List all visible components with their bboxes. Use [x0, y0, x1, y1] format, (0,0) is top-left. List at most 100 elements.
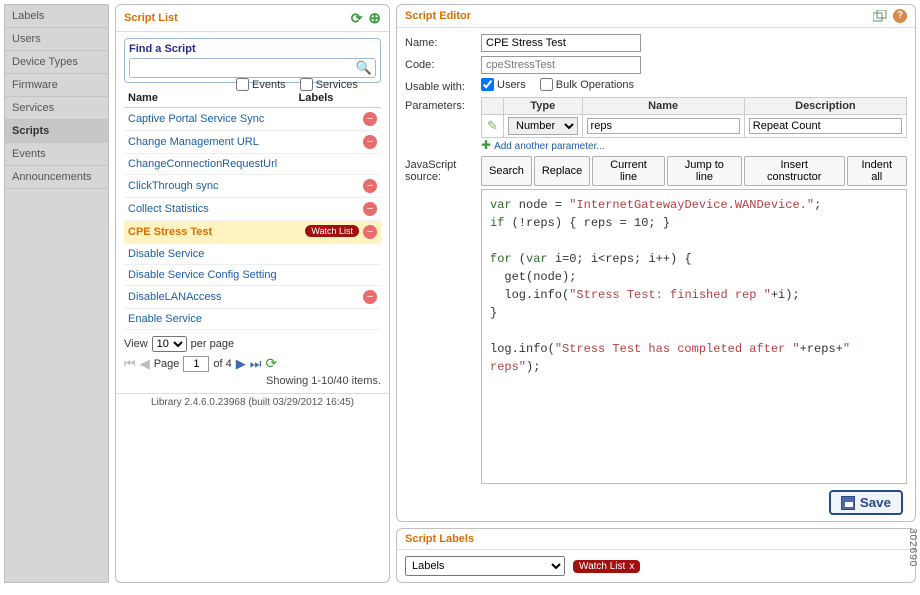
table-row[interactable]: Disable Service — [124, 244, 381, 265]
save-button-label: Save — [860, 495, 891, 510]
delete-icon[interactable]: – — [363, 135, 377, 149]
script-link[interactable]: Disable Service — [128, 248, 204, 260]
col-name[interactable]: Name — [124, 89, 295, 108]
nav-item-events[interactable]: Events — [5, 143, 108, 166]
last-page-icon[interactable]: ⏭ — [250, 356, 262, 372]
script-table: Name Labels Captive Portal Service Sync –… — [124, 89, 381, 330]
table-row[interactable]: Disable Service Config Setting — [124, 265, 381, 286]
table-row[interactable]: DisableLANAccess – — [124, 286, 381, 309]
usable-events-label: Events — [252, 79, 286, 91]
script-link[interactable]: DisableLANAccess — [128, 291, 222, 303]
labels-select[interactable]: Labels — [405, 556, 565, 576]
script-editor-title: Script Editor — [405, 10, 471, 22]
add-parameter-link[interactable]: Add another parameter... — [494, 138, 605, 152]
script-link[interactable]: Collect Statistics — [128, 203, 209, 215]
usable-users-checkbox[interactable] — [481, 78, 494, 91]
usable-bulk-checkbox[interactable] — [540, 78, 553, 91]
nav-item-labels[interactable]: Labels — [5, 5, 108, 28]
script-name-input[interactable] — [481, 34, 641, 52]
script-link[interactable]: Change Management URL — [128, 136, 259, 148]
code-label: Code: — [405, 56, 473, 71]
nav-item-firmware[interactable]: Firmware — [5, 74, 108, 97]
table-row[interactable]: ClickThrough sync – — [124, 175, 381, 198]
find-script-input[interactable] — [133, 60, 356, 76]
param-type-select[interactable]: Number — [508, 117, 578, 135]
parameters-label: Parameters: — [405, 97, 473, 112]
add-script-icon[interactable]: ⊕ — [368, 9, 381, 27]
delete-icon[interactable]: – — [363, 290, 377, 304]
table-row[interactable]: Collect Statistics – — [124, 198, 381, 221]
js-btn-indent-all[interactable]: Indent all — [847, 156, 907, 186]
param-desc-input[interactable] — [749, 118, 902, 134]
param-col-type: Type — [504, 98, 583, 115]
script-list-title: Script List — [124, 12, 178, 24]
script-link[interactable]: Enable Service — [128, 313, 202, 325]
parameters-table: Type Name Description ✎ Number — [481, 97, 907, 138]
library-footer: Library 2.4.6.0.23968 (built 03/29/2012 … — [116, 393, 389, 411]
find-script-box: Find a Script 🔍 — [124, 38, 381, 83]
add-param-icon[interactable]: ✚ — [481, 138, 491, 152]
usable-services-checkbox[interactable] — [300, 78, 313, 91]
table-row[interactable]: CPE Stress Test Watch List– — [124, 221, 381, 244]
save-button[interactable]: Save — [829, 490, 903, 515]
param-row-action-icon[interactable]: ✎ — [487, 118, 498, 133]
js-source-label: JavaScript source: — [405, 156, 473, 183]
nav-item-scripts[interactable]: Scripts — [5, 120, 108, 143]
js-btn-search[interactable]: Search — [481, 156, 532, 186]
script-labels-title: Script Labels — [405, 533, 474, 545]
script-editor-panel: Script Editor ? Name: Code: Usable with:… — [396, 4, 916, 522]
script-link[interactable]: Disable Service Config Setting — [128, 269, 277, 281]
watch-list-badge: Watch List — [305, 225, 359, 237]
of-pages: of 4 — [213, 358, 231, 370]
table-row[interactable]: Enable Service — [124, 309, 381, 330]
left-nav: Labels Users Device Types Firmware Servi… — [4, 4, 109, 583]
js-btn-current-line[interactable]: Current line — [592, 156, 665, 186]
script-link[interactable]: Captive Portal Service Sync — [128, 113, 264, 125]
remove-label-icon[interactable]: x — [629, 561, 634, 572]
usable-events-checkbox[interactable] — [236, 78, 249, 91]
delete-icon[interactable]: – — [363, 179, 377, 193]
showing-text: Showing 1-10/40 items. — [124, 372, 381, 387]
table-row[interactable]: Captive Portal Service Sync – — [124, 108, 381, 131]
script-link[interactable]: ChangeConnectionRequestUrl — [128, 158, 277, 170]
script-labels-panel: Script Labels Labels Watch List x — [396, 528, 916, 583]
pager-refresh-icon[interactable]: ⟳ — [265, 355, 277, 372]
nav-item-users[interactable]: Users — [5, 28, 108, 51]
help-icon[interactable]: ? — [893, 9, 907, 23]
nav-item-services[interactable]: Services — [5, 97, 108, 120]
find-script-title: Find a Script — [129, 43, 376, 55]
label-tag-watch-list: Watch List x — [573, 560, 640, 573]
js-toolbar: Search Replace Current line Jump to line… — [481, 156, 907, 186]
js-btn-insert-constructor[interactable]: Insert constructor — [744, 156, 845, 186]
view-label: View — [124, 338, 148, 350]
param-col-desc: Description — [744, 98, 906, 115]
pager: View 10 per page ⏮ ◀ Page of 4 ▶ ⏭ ⟳ Sho… — [124, 336, 381, 387]
table-row[interactable]: Change Management URL – — [124, 131, 381, 154]
refresh-icon[interactable]: ⟳ — [351, 10, 363, 27]
per-page-select[interactable]: 10 — [152, 336, 187, 352]
save-disk-icon — [841, 496, 855, 510]
nav-item-announcements[interactable]: Announcements — [5, 166, 108, 189]
param-name-input[interactable] — [587, 118, 740, 134]
popout-icon[interactable] — [873, 10, 887, 22]
col-labels[interactable]: Labels — [295, 89, 381, 108]
delete-icon[interactable]: – — [363, 225, 377, 239]
script-link[interactable]: CPE Stress Test — [128, 226, 212, 238]
js-btn-replace[interactable]: Replace — [534, 156, 590, 186]
name-label: Name: — [405, 34, 473, 49]
code-editor[interactable]: var node = "InternetGatewayDevice.WANDev… — [481, 189, 907, 484]
delete-icon[interactable]: – — [363, 112, 377, 126]
usable-bulk-label: Bulk Operations — [556, 79, 634, 91]
table-row[interactable]: ChangeConnectionRequestUrl — [124, 154, 381, 175]
js-btn-jump[interactable]: Jump to line — [667, 156, 742, 186]
usable-label: Usable with: — [405, 78, 473, 93]
delete-icon[interactable]: – — [363, 202, 377, 216]
prev-page-icon[interactable]: ◀ — [140, 356, 150, 372]
script-link[interactable]: ClickThrough sync — [128, 180, 218, 192]
next-page-icon[interactable]: ▶ — [236, 356, 246, 372]
per-page-suffix: per page — [191, 338, 234, 350]
search-icon[interactable]: 🔍 — [356, 60, 372, 76]
first-page-icon[interactable]: ⏮ — [124, 356, 136, 372]
nav-item-device-types[interactable]: Device Types — [5, 51, 108, 74]
page-input[interactable] — [183, 356, 209, 372]
